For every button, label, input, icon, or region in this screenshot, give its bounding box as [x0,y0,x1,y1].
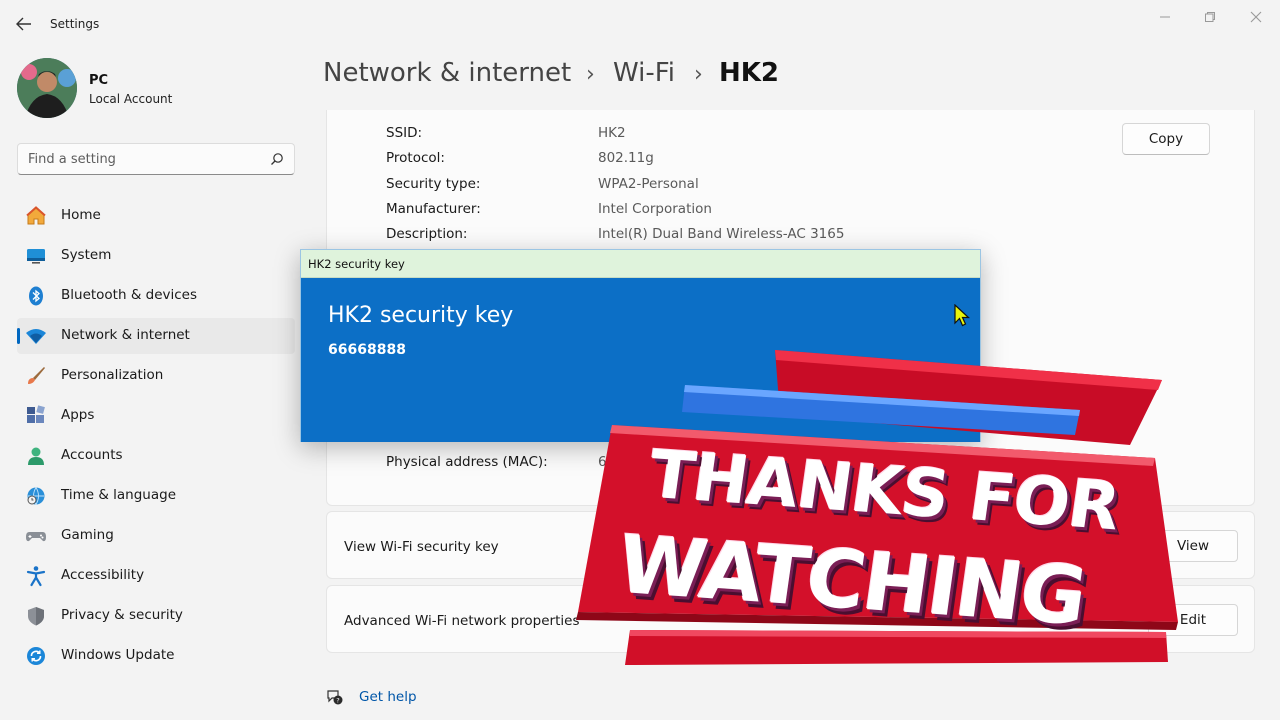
sidebar-item-personalization[interactable]: Personalization [17,358,295,394]
manufacturer-label: Manufacturer: [386,201,481,217]
person-icon [25,445,47,467]
search-icon[interactable] [270,152,284,166]
security-key-value: 66668888 [328,342,406,358]
shield-icon [25,605,47,627]
brush-icon [25,365,47,387]
system-icon [25,245,47,267]
dialog-title-bar[interactable]: HK2 security key [301,250,980,278]
sidebar-item-time-language[interactable]: Time & language [17,478,295,514]
sidebar-item-home[interactable]: Home [17,198,295,234]
title-bar: Settings [0,0,1280,48]
search-box[interactable] [17,143,295,175]
sidebar-item-privacy[interactable]: Privacy & security [17,598,295,634]
update-icon [25,645,47,667]
sidebar-item-apps[interactable]: Apps [17,398,295,434]
sidebar-item-label: Home [61,207,101,223]
ssid-value: HK2 [598,125,626,141]
app-title: Settings [50,17,100,31]
globe-clock-icon [25,485,47,507]
breadcrumb-separator: › [586,62,595,87]
sidebar-item-windows-update[interactable]: Windows Update [17,638,295,674]
security-type-value: WPA2-Personal [598,176,699,192]
get-help-link[interactable]: Get help [359,689,417,705]
close-button[interactable] [1244,8,1268,26]
restore-button[interactable] [1198,8,1222,26]
accessibility-icon [25,565,47,587]
apps-icon [25,405,47,427]
user-name: PC [89,73,109,88]
minimize-icon [1160,16,1170,18]
close-icon [1250,11,1262,23]
sidebar-item-bluetooth[interactable]: Bluetooth & devices [17,278,295,314]
sidebar-item-label: Time & language [61,487,177,503]
description-label: Description: [386,226,468,242]
sidebar-item-label: Windows Update [61,647,175,663]
minimize-button[interactable] [1153,8,1177,26]
sidebar-item-gaming[interactable]: Gaming [17,518,295,554]
copy-button[interactable]: Copy [1122,123,1210,155]
sidebar-item-accessibility[interactable]: Accessibility [17,558,295,594]
mouse-cursor-icon [954,304,971,327]
view-security-key-label: View Wi-Fi security key [344,539,499,555]
sidebar-item-label: Gaming [61,527,114,543]
sidebar-item-accounts[interactable]: Accounts [17,438,295,474]
back-arrow-icon [16,17,31,31]
manufacturer-value: Intel Corporation [598,201,712,217]
dialog-heading: HK2 security key [328,303,514,328]
breadcrumb-separator: › [694,62,703,87]
sidebar-item-label: Accessibility [61,567,145,583]
sidebar-item-label: Bluetooth & devices [61,287,198,303]
user-photo-icon [17,58,77,118]
restore-icon [1205,12,1215,22]
svg-text:?: ? [336,697,339,705]
sidebar-item-label: Network & internet [61,327,190,343]
sidebar-item-system[interactable]: System [17,238,295,274]
ssid-label: SSID: [386,125,423,141]
advanced-properties-label: Advanced Wi-Fi network properties [344,613,580,629]
page-title: HK2 [719,58,779,88]
sidebar-item-label: Apps [61,407,95,423]
protocol-value: 802.11g [598,150,654,166]
sidebar-item-label: Privacy & security [61,607,183,623]
protocol-label: Protocol: [386,150,445,166]
avatar[interactable] [17,58,77,118]
sidebar-item-network[interactable]: Network & internet [17,318,295,354]
help-icon[interactable]: ? [326,688,344,706]
search-input[interactable] [28,149,258,169]
mac-address-label: Physical address (MAC): [386,454,548,470]
breadcrumb-wifi[interactable]: Wi-Fi [613,58,675,88]
security-type-label: Security type: [386,176,481,192]
sidebar-item-label: Accounts [61,447,123,463]
sidebar-item-label: Personalization [61,367,164,383]
account-type: Local Account [89,92,173,106]
wifi-icon [25,325,47,347]
dialog-window-title: HK2 security key [308,257,405,271]
bluetooth-icon [25,285,47,307]
home-icon [25,205,47,227]
breadcrumb-network[interactable]: Network & internet [323,58,571,88]
sidebar-item-label: System [61,247,112,263]
gamepad-icon [25,525,47,547]
back-button[interactable] [14,12,34,36]
description-value: Intel(R) Dual Band Wireless-AC 3165 [598,226,845,242]
